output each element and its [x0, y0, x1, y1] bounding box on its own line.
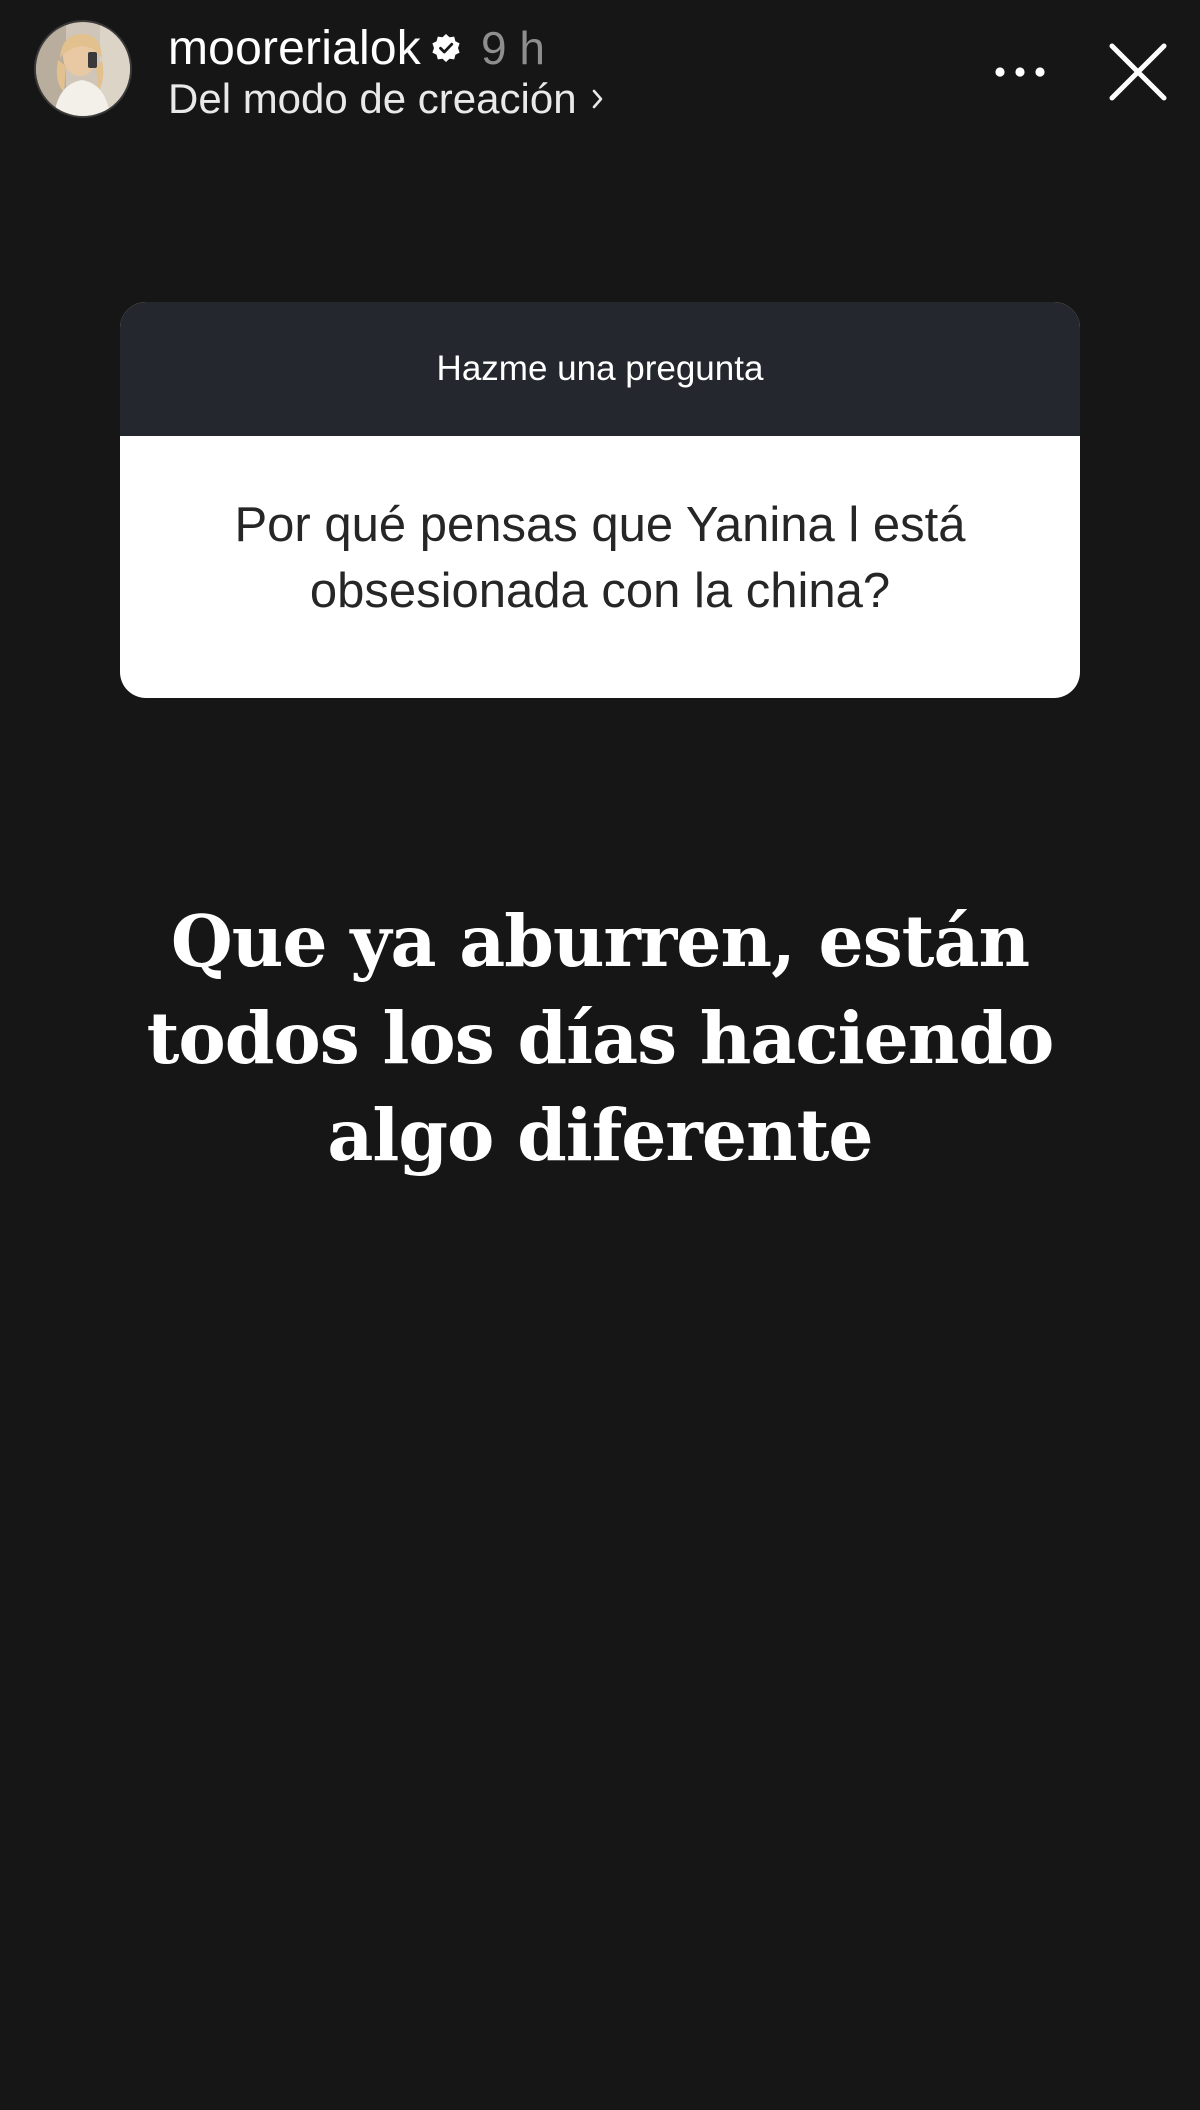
sticker-title: Hazme una pregunta [436, 349, 764, 388]
story-viewer[interactable]: moorerialok 9 h Del modo de creación Haz… [0, 0, 1200, 2110]
user-line: moorerialok 9 h [168, 18, 545, 78]
sticker-body: Por qué pensas que Yanina l está obsesio… [120, 436, 1080, 698]
story-header: moorerialok 9 h Del modo de creación [0, 0, 1200, 130]
username[interactable]: moorerialok [168, 21, 421, 76]
subtitle-label: Del modo de creación [168, 75, 577, 122]
question-sticker: Hazme una pregunta Por qué pensas que Ya… [120, 302, 1080, 698]
time-ago: 9 h [480, 22, 545, 74]
verified-badge-icon [431, 33, 461, 63]
sticker-header: Hazme una pregunta [120, 302, 1080, 436]
answer-text: Que ya aburren, están todos los días hac… [146, 899, 1055, 1177]
question-text: Por qué pensas que Yanina l está obsesio… [234, 498, 966, 618]
creation-mode-link[interactable]: Del modo de creación [168, 72, 607, 126]
avatar[interactable] [34, 20, 132, 118]
more-options-icon[interactable] [990, 50, 1050, 94]
close-icon[interactable] [1104, 38, 1172, 106]
chevron-right-icon [589, 86, 607, 112]
